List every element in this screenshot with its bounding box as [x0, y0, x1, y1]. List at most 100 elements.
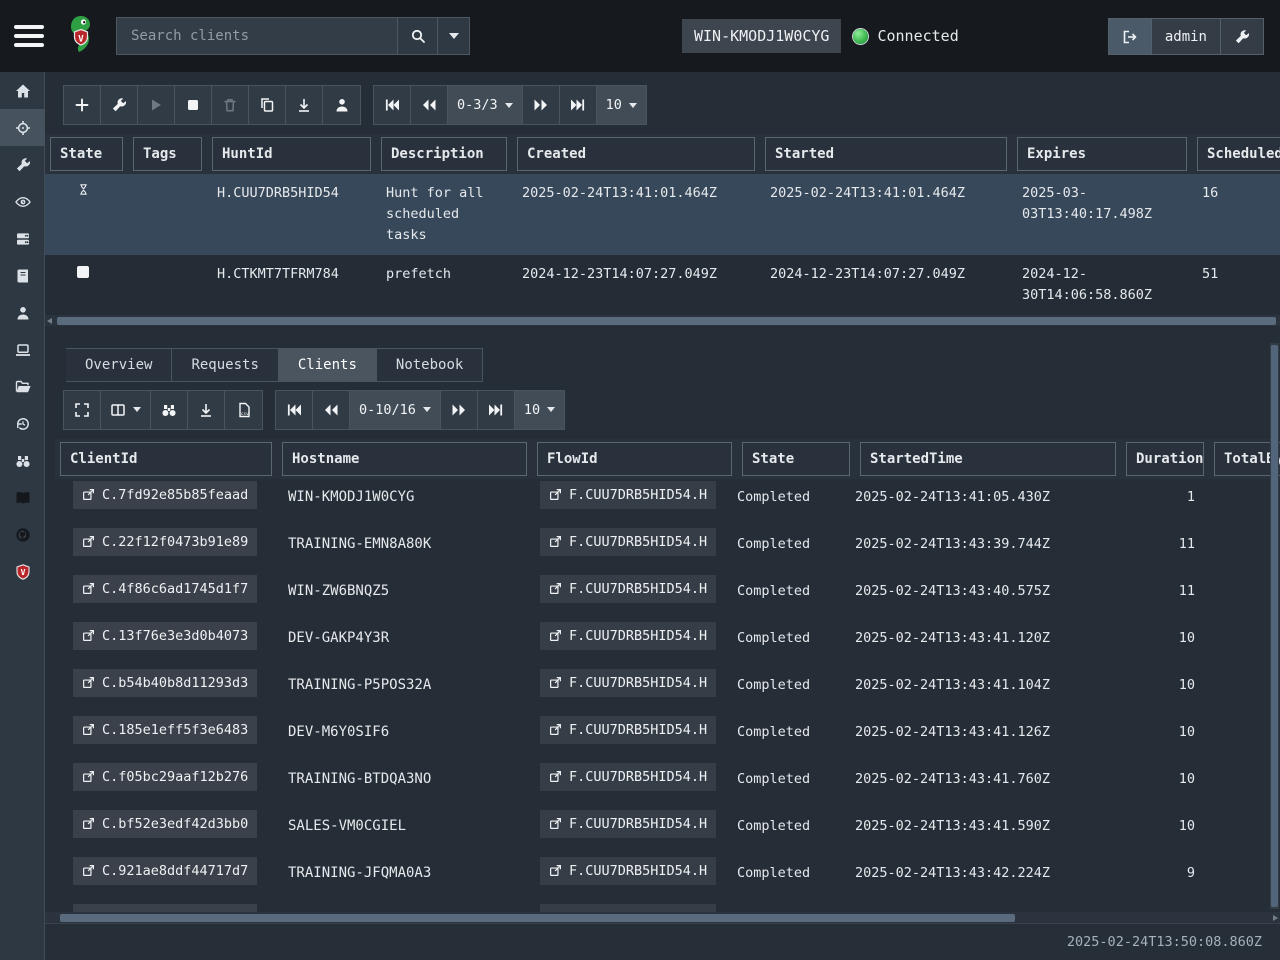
search-button[interactable]: [397, 18, 437, 54]
client-id-cell: C.7bd33817cf65032b: [55, 902, 277, 912]
tab[interactable]: Requests: [172, 348, 278, 382]
download-csv-button[interactable]: [225, 391, 262, 429]
binoculars-icon: [161, 402, 177, 418]
fullscreen-button[interactable]: [64, 391, 101, 429]
sidebar-item-home[interactable]: [0, 72, 45, 109]
scroll-left-icon[interactable]: [47, 318, 52, 324]
delete-hunt-button[interactable]: [212, 86, 249, 124]
hunt-table-row[interactable]: H.CUU7DRB5HID54 Hunt for all scheduled t…: [45, 174, 1280, 255]
flow-id-link[interactable]: F.CUU7DRB5HID54.H: [540, 575, 716, 603]
client-id-link[interactable]: C.7bd33817cf65032b: [73, 904, 257, 912]
sidebar-item-collected-artifacts[interactable]: [0, 368, 45, 405]
column-picker-dropdown[interactable]: [101, 391, 151, 429]
sidebar-item-hunts[interactable]: [0, 109, 45, 146]
sidebar-item-github[interactable]: [0, 516, 45, 553]
external-link-icon: [82, 770, 95, 783]
stop-hunt-button[interactable]: [175, 86, 212, 124]
download-hunt-button[interactable]: [286, 86, 323, 124]
first-page-button[interactable]: [276, 391, 313, 429]
user-settings-button[interactable]: [1220, 19, 1263, 54]
sidebar-item-server-artifacts[interactable]: [0, 146, 45, 183]
clients-pagination: 0-10/16 10: [275, 390, 565, 430]
hunt-table-row[interactable]: H.CTKMT7TFRM784 prefetch 2024-12-23T14:0…: [45, 255, 1280, 315]
prev-page-button[interactable]: [411, 86, 448, 124]
prev-page-button[interactable]: [313, 391, 350, 429]
client-id-link[interactable]: C.22f12f0473b91e89: [73, 528, 257, 556]
sidebar-item-client-events[interactable]: [0, 405, 45, 442]
flow-id-link[interactable]: F.CUU7DRB5HID54.H: [540, 857, 716, 885]
sidebar-item-search[interactable]: [0, 442, 45, 479]
hostname-cell: WIN-ZW6BNQZ5: [277, 573, 532, 599]
duration-cell: 10: [1121, 620, 1209, 646]
scrollbar-thumb[interactable]: [60, 914, 1015, 922]
sidebar-item-users[interactable]: [0, 294, 45, 331]
sidebar-item-artifacts[interactable]: [0, 257, 45, 294]
scroll-right-icon[interactable]: [1273, 915, 1278, 921]
client-id-link[interactable]: C.7fd92e85b85feaad: [73, 481, 257, 509]
client-id-cell: C.7fd92e85b85feaad: [55, 479, 277, 509]
top-navbar: WIN-KMODJ1W0CYG Connected admin: [0, 0, 1280, 72]
assign-user-button[interactable]: [323, 86, 360, 124]
external-link-icon: [549, 676, 562, 689]
flow-id-link[interactable]: F.CUU7DRB5HID54.H: [540, 622, 716, 650]
flow-id-link[interactable]: F.CUU7DRB5HID54.H: [540, 528, 716, 556]
github-icon: [15, 527, 31, 543]
client-id-link[interactable]: C.921ae8ddf44717d7: [73, 857, 257, 885]
flow-id-cell: F.CUU7DRB5HID54.H: [532, 902, 737, 912]
page-range-dropdown[interactable]: 0-3/3: [448, 86, 523, 124]
next-page-button[interactable]: [441, 391, 478, 429]
flow-id-link[interactable]: F.CUU7DRB5HID54.H: [540, 716, 716, 744]
scrollbar-thumb[interactable]: [57, 317, 1276, 325]
page-size-dropdown[interactable]: 10: [515, 391, 564, 429]
flow-id-link[interactable]: F.CUU7DRB5HID54.H: [540, 904, 716, 912]
page-range-dropdown[interactable]: 0-10/16: [350, 391, 441, 429]
velociraptor-logo: [68, 14, 94, 58]
flow-id-link[interactable]: F.CUU7DRB5HID54.H: [540, 481, 716, 509]
file-csv-icon: [236, 402, 252, 418]
flow-id-link[interactable]: F.CUU7DRB5HID54.H: [540, 763, 716, 791]
copy-hunt-button[interactable]: [249, 86, 286, 124]
hunt-tags-cell: [128, 255, 207, 315]
inspect-button[interactable]: [151, 391, 188, 429]
hamburger-menu-icon[interactable]: [14, 20, 58, 52]
last-page-button[interactable]: [560, 86, 597, 124]
client-id-link[interactable]: C.b54b40b8d11293d3: [73, 669, 257, 697]
sidebar-item-about[interactable]: [0, 553, 45, 590]
new-hunt-button[interactable]: [64, 86, 101, 124]
scrollbar-thumb[interactable]: [1271, 345, 1278, 907]
client-id-link[interactable]: C.bf52e3edf42d3bb0: [73, 810, 257, 838]
hunt-column-header: Tags: [133, 137, 202, 171]
search-input[interactable]: [117, 18, 397, 54]
next-page-button[interactable]: [523, 86, 560, 124]
external-link-icon: [549, 629, 562, 642]
current-host-chip[interactable]: WIN-KMODJ1W0CYG: [682, 19, 841, 53]
tab[interactable]: Clients: [279, 348, 377, 382]
state-cell: Completed: [737, 620, 855, 646]
client-id-link[interactable]: C.13f76e3e3d0b4073: [73, 622, 257, 650]
started-time-cell: 2025-02-24T13:43:41.120Z: [855, 620, 1121, 646]
sidebar-item-server-events[interactable]: [0, 183, 45, 220]
started-time-cell: 2025-02-24T13:43:41.126Z: [855, 714, 1121, 740]
sidebar-item-client-summary[interactable]: [0, 331, 45, 368]
last-page-button[interactable]: [478, 391, 515, 429]
page-size-dropdown[interactable]: 10: [597, 86, 646, 124]
expand-icon: [74, 402, 90, 418]
download-json-button[interactable]: [188, 391, 225, 429]
sidebar-item-docs[interactable]: [0, 479, 45, 516]
first-page-button[interactable]: [374, 86, 411, 124]
modify-hunt-button[interactable]: [101, 86, 138, 124]
run-hunt-button[interactable]: [138, 86, 175, 124]
flow-id-link[interactable]: F.CUU7DRB5HID54.H: [540, 669, 716, 697]
search-options-dropdown[interactable]: [437, 18, 469, 54]
sidebar-item-server-dashboard[interactable]: [0, 220, 45, 257]
state-cell: Completed: [737, 714, 855, 740]
client-id-link[interactable]: C.185e1eff5f3e6483: [73, 716, 257, 744]
client-id-link[interactable]: C.4f86c6ad1745d1f7: [73, 575, 257, 603]
sidebar-nav: [0, 72, 45, 960]
logout-button[interactable]: [1109, 19, 1152, 54]
username-button[interactable]: admin: [1152, 19, 1220, 54]
tab[interactable]: Overview: [66, 348, 172, 382]
flow-id-link[interactable]: F.CUU7DRB5HID54.H: [540, 810, 716, 838]
client-id-link[interactable]: C.f05bc29aaf12b276: [73, 763, 257, 791]
tab[interactable]: Notebook: [377, 348, 483, 382]
